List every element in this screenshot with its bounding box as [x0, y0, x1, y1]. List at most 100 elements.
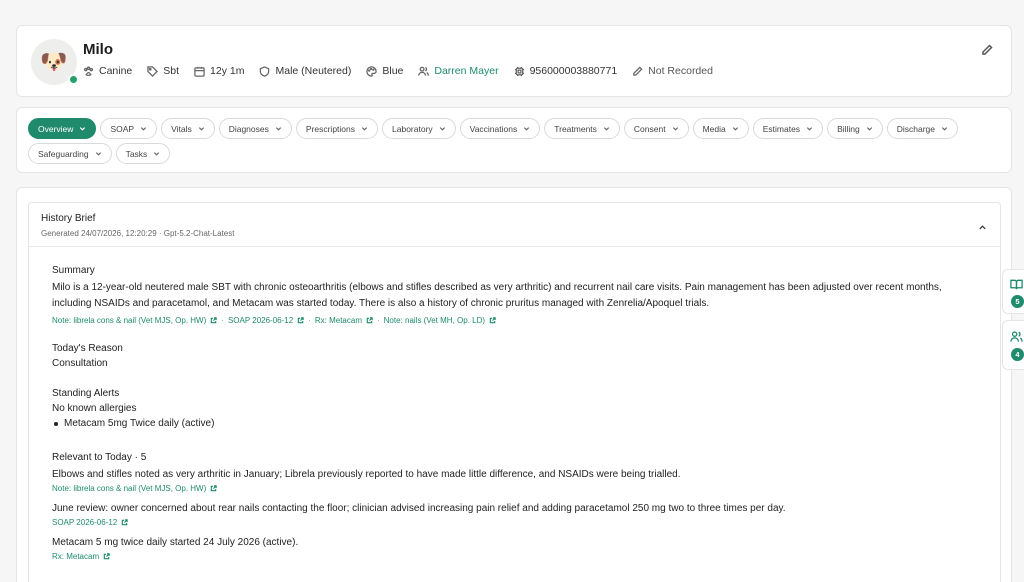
shield-icon: [260, 65, 270, 77]
external-link-icon: [211, 317, 217, 324]
tab-vitals[interactable]: Vitals: [161, 118, 215, 139]
summary-section: Summary Milo is a 12-year-old neutered m…: [52, 265, 972, 325]
tab-label: Estimates: [762, 123, 801, 134]
tab-soap[interactable]: SOAP: [100, 118, 158, 139]
history-brief-header[interactable]: History Brief Generated 24/07/2026, 12:2…: [29, 203, 1000, 247]
ref-label: Note: librela cons & nail (Vet MJS, Op. …: [52, 484, 207, 493]
ref-separator: ·: [221, 316, 224, 325]
source-ref-link[interactable]: SOAP 2026-06-12: [228, 316, 304, 325]
chevron-down-icon: [941, 127, 948, 131]
calendar-icon: [194, 66, 205, 77]
ref-label: Note: nails (Vet MH, Op. LD): [383, 316, 486, 325]
tab-list: Overview SOAP Vitals Diagnoses Prescriptions…: [28, 118, 1003, 168]
tab-label: SOAP: [110, 123, 135, 134]
tag-icon: [147, 65, 159, 77]
tab-bar: Overview SOAP Vitals Diagnoses Prescriptions…: [16, 107, 1012, 173]
tab-tasks[interactable]: Tasks: [115, 143, 171, 164]
relevant-item-refs: Rx: Metacam: [52, 552, 972, 561]
alert-item: Metacam 5mg Twice daily (active): [52, 418, 972, 429]
age-label: 12y 1m: [210, 65, 245, 77]
tab-label: Diagnoses: [228, 123, 269, 134]
external-link-icon: [297, 317, 304, 324]
notes-status-label: Not Recorded: [648, 65, 713, 77]
source-ref-link[interactable]: Rx: Metacam: [315, 316, 373, 325]
colour-label: Blue: [382, 65, 404, 77]
tab-label: Discharge: [896, 123, 936, 134]
tab-estimates[interactable]: Estimates: [752, 118, 824, 139]
alerts-section: Standing Alerts No known allergies Metac…: [52, 388, 972, 429]
relevant-items: Elbows and stifles noted as very arthrit…: [52, 467, 972, 561]
tab-media[interactable]: Media: [692, 118, 749, 139]
summary-heading: Summary: [52, 265, 95, 276]
ref-separator: ·: [308, 316, 311, 325]
breed-item: Sbt: [147, 65, 179, 77]
tab-label: Laboratory: [392, 123, 433, 134]
edit-patient-button[interactable]: [981, 43, 995, 57]
tab-diagnoses[interactable]: Diagnoses: [218, 118, 292, 139]
ref-label: SOAP 2026-06-12: [227, 316, 294, 325]
chevron-up-icon: [979, 225, 986, 230]
tab-label: Safeguarding: [38, 148, 89, 159]
ref-separator: ·: [376, 316, 380, 325]
knowledge-rail-button[interactable]: 5: [1002, 269, 1024, 314]
relevant-section: Relevant to Today · 5 Elbows and stifles…: [52, 452, 972, 561]
source-ref-link[interactable]: SOAP 2026-06-12: [52, 518, 128, 527]
tab-vaccinations[interactable]: Vaccinations: [459, 118, 541, 139]
people-count-badge: 4: [1011, 348, 1024, 361]
source-ref-link[interactable]: Note: librela cons & nail (Vet MJS, Op. …: [52, 316, 217, 325]
tab-consent[interactable]: Consent: [623, 118, 689, 139]
source-ref-link[interactable]: Note: nails (Vet MH, Op. LD): [384, 316, 496, 325]
tab-label: Treatments: [554, 123, 597, 134]
source-ref-link[interactable]: Note: librela cons & nail (Vet MJS, Op. …: [52, 484, 217, 493]
history-brief-title: History Brief: [41, 213, 96, 224]
palette-icon: [366, 65, 378, 77]
chevron-down-icon: [806, 127, 813, 131]
tab-laboratory[interactable]: Laboratory: [382, 118, 456, 139]
tab-safeguarding[interactable]: Safeguarding: [28, 143, 112, 164]
summary-refs: Note: librela cons & nail (Vet MJS, Op. …: [52, 316, 972, 325]
tab-billing[interactable]: Billing: [827, 118, 883, 139]
relevant-item-refs: Note: librela cons & nail (Vet MJS, Op. …: [52, 484, 972, 493]
people-rail-button[interactable]: 4: [1002, 320, 1024, 370]
tab-discharge[interactable]: Discharge: [886, 118, 959, 139]
patient-meta: Canine Sbt 12y 1m Male (Neutered) Blue D…: [83, 65, 728, 77]
species-label: Canine: [99, 65, 133, 77]
chevron-down-icon: [80, 127, 86, 131]
ref-label: Rx: Metacam: [314, 316, 362, 325]
tab-prescriptions[interactable]: Prescriptions: [295, 118, 379, 139]
tab-label: Vitals: [171, 123, 192, 134]
owner-item[interactable]: Darren Mayer: [418, 65, 499, 77]
alerts-text: No known allergies: [52, 403, 137, 414]
avatar[interactable]: 🐶: [31, 39, 79, 85]
chevron-down-icon: [866, 127, 872, 131]
chevron-down-icon: [275, 127, 281, 131]
sex-label: Male (Neutered): [275, 65, 352, 77]
ref-label: SOAP 2026-06-12: [52, 518, 118, 527]
relevant-item: Metacam 5 mg twice daily started 24 July…: [52, 535, 972, 561]
relevant-item-text: Metacam 5 mg twice daily started 24 July…: [52, 537, 299, 548]
relevant-heading: Relevant to Today · 5: [52, 452, 147, 463]
species-item: Canine: [83, 65, 132, 77]
owner-link[interactable]: Darren Mayer: [434, 65, 498, 77]
history-brief-card: History Brief Generated 24/07/2026, 12:2…: [28, 202, 1001, 582]
bullet-dot: [54, 421, 58, 426]
chevron-down-icon: [439, 127, 445, 131]
chevron-down-icon: [154, 152, 160, 156]
pencil-icon: [982, 44, 993, 55]
alert-item-text: Metacam 5mg Twice daily (active): [64, 418, 215, 429]
external-link-icon: [489, 317, 496, 324]
notes-item: Not Recorded: [632, 65, 713, 77]
collapse-button[interactable]: [978, 219, 988, 230]
tab-label: Tasks: [125, 148, 148, 159]
tab-overview[interactable]: Overview: [28, 118, 97, 139]
paw-icon: [84, 66, 93, 76]
age-item: 12y 1m: [194, 65, 244, 77]
chevron-down-icon: [361, 127, 368, 131]
relevant-item-text: Elbows and stifles noted as very arthrit…: [52, 469, 681, 480]
source-ref-link[interactable]: Rx: Metacam: [52, 552, 110, 561]
external-link-icon: [103, 553, 110, 560]
reason-section: Today's Reason Consultation: [52, 343, 972, 372]
external-link-icon: [211, 485, 217, 492]
tab-treatments[interactable]: Treatments: [544, 118, 620, 139]
users-icon: [1010, 331, 1023, 342]
